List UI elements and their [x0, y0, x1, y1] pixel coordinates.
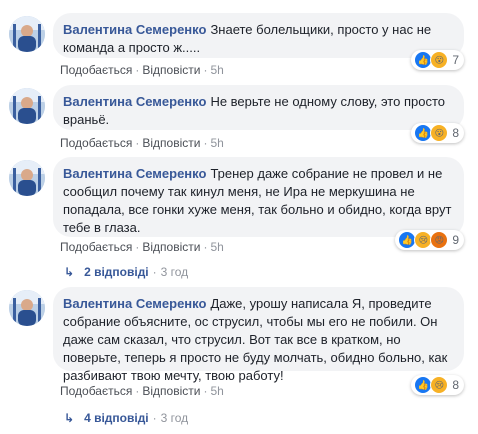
reaction-count: 9 [452, 233, 459, 247]
view-replies[interactable]: ↳ 4 відповіді · 3 год [64, 410, 188, 426]
replies-link[interactable]: 2 відповіді [84, 265, 149, 279]
like-button[interactable]: Подобається [60, 240, 132, 254]
comment-time[interactable]: 5h [210, 63, 223, 77]
view-replies[interactable]: ↳ 2 відповіді · 3 год [64, 264, 188, 280]
reaction-count: 8 [452, 126, 459, 140]
reply-button[interactable]: Відповісти [142, 136, 200, 150]
reaction-summary[interactable]: 👍 😢 8 [411, 375, 464, 395]
like-button[interactable]: Подобається [60, 63, 132, 77]
avatar[interactable] [9, 160, 45, 196]
like-button[interactable]: Подобається [60, 136, 132, 150]
avatar-image [9, 16, 45, 52]
comment-bubble: Валентина Семеренко Не верьте не одному с… [53, 85, 464, 130]
avatar-image [9, 88, 45, 124]
replies-time: 3 год [160, 411, 189, 425]
comment-author[interactable]: Валентина Семеренко [63, 166, 206, 181]
reaction-summary[interactable]: 👍 😢 😡 9 [395, 230, 464, 250]
comment-actions: Подобається · Відповісти · 5h [60, 63, 224, 77]
wow-icon: 😮 [430, 51, 449, 69]
reply-arrow-icon: ↳ [64, 265, 75, 279]
comment-bubble: Валентина Семеренко Тренер даже собрание … [53, 157, 464, 237]
replies-time: 3 год [160, 265, 189, 279]
comment-author[interactable]: Валентина Семеренко [63, 296, 206, 311]
comment-time[interactable]: 5h [210, 384, 223, 398]
avatar[interactable] [9, 16, 45, 52]
reply-button[interactable]: Відповісти [142, 63, 200, 77]
comment-actions: Подобається · Відповісти · 5h [60, 136, 224, 150]
avatar[interactable] [9, 88, 45, 124]
sad-icon: 😢 [430, 376, 449, 394]
reaction-count: 7 [452, 53, 459, 67]
comment-time[interactable]: 5h [210, 136, 223, 150]
comment-bubble: Валентина Семеренко Знаете болельщики, пр… [53, 13, 464, 58]
reaction-summary[interactable]: 👍 😮 8 [411, 123, 464, 143]
comment-bubble: Валентина Семеренко Даже, урошу написала … [53, 287, 464, 383]
replies-link[interactable]: 4 відповіді [84, 411, 149, 425]
angry-icon: 😡 [430, 231, 449, 249]
reaction-count: 8 [452, 378, 459, 392]
wow-icon: 😮 [430, 124, 449, 142]
reply-button[interactable]: Відповісти [142, 384, 200, 398]
comment-author[interactable]: Валентина Семеренко [63, 22, 206, 37]
avatar-image [9, 290, 45, 326]
avatar[interactable] [9, 290, 45, 326]
like-button[interactable]: Подобається [60, 384, 132, 398]
reply-button[interactable]: Відповісти [142, 240, 200, 254]
comment-author[interactable]: Валентина Семеренко [63, 94, 206, 109]
reply-arrow-icon: ↳ [64, 411, 75, 425]
comment-actions: Подобається · Відповісти · 5h [60, 240, 224, 254]
avatar-image [9, 160, 45, 196]
comment-actions: Подобається · Відповісти · 5h [60, 384, 224, 398]
comment-time[interactable]: 5h [210, 240, 223, 254]
reaction-summary[interactable]: 👍 😮 7 [411, 50, 464, 70]
